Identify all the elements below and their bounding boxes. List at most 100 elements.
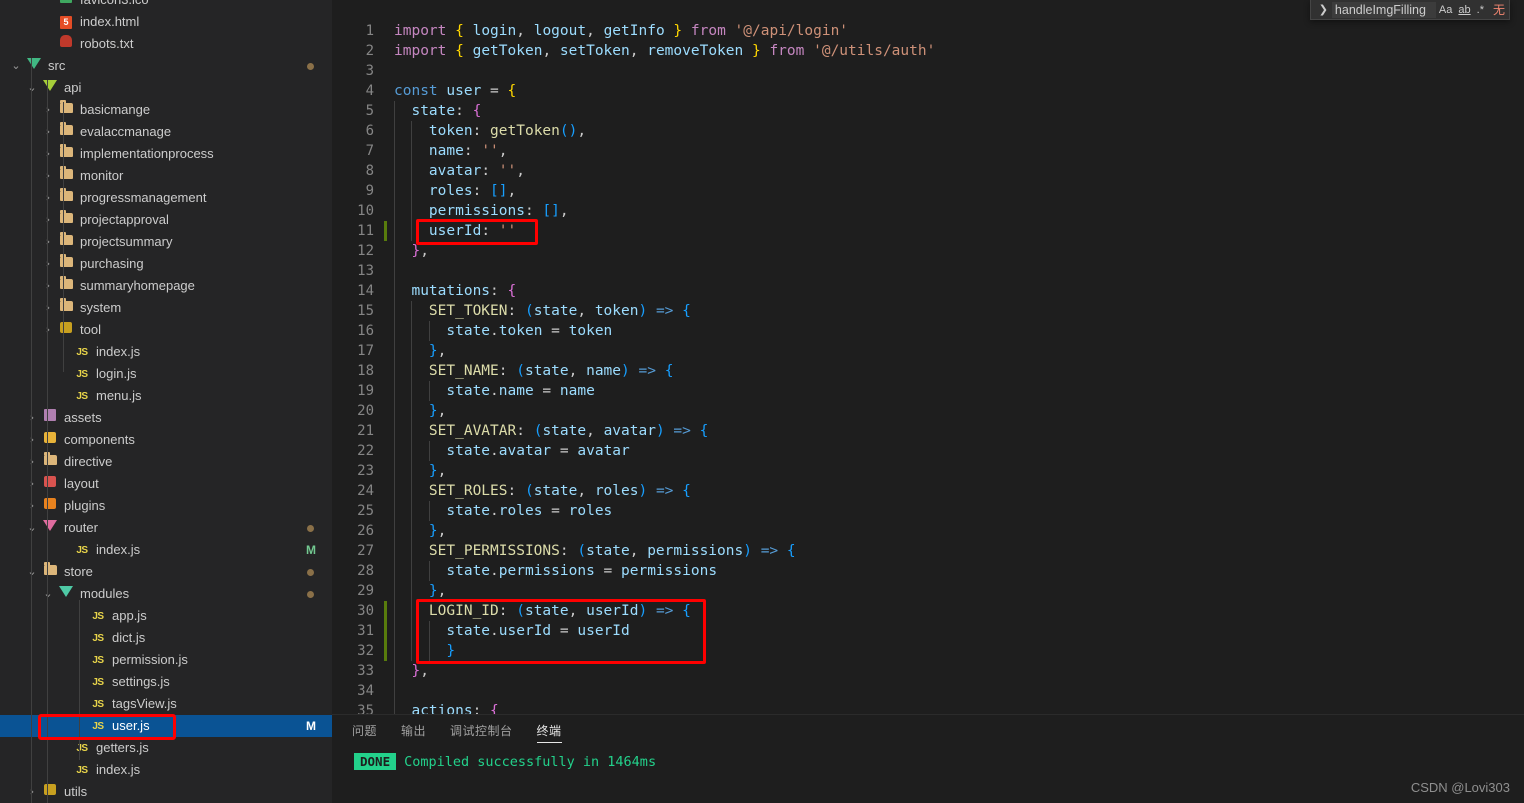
chevron-down-icon[interactable]: ⌄ xyxy=(8,55,24,77)
match-case-icon[interactable]: Aa xyxy=(1436,2,1455,18)
code-line[interactable]: 21 SET_AVATAR: (state, avatar) => { xyxy=(332,421,1524,441)
chevron-down-icon[interactable]: ⌄ xyxy=(24,77,40,99)
tree-item[interactable]: ⌄ src xyxy=(0,55,332,77)
code-line[interactable]: 34 xyxy=(332,681,1524,701)
chevron-right-icon[interactable]: › xyxy=(40,209,56,231)
tree-item[interactable]: › assets xyxy=(0,407,332,429)
code-line[interactable]: 17 }, xyxy=(332,341,1524,361)
chevron-right-icon[interactable]: › xyxy=(24,473,40,495)
code-line[interactable]: 18 SET_NAME: (state, name) => { xyxy=(332,361,1524,381)
tree-item[interactable]: › progressmanagement xyxy=(0,187,332,209)
tree-item[interactable]: JS settings.js xyxy=(0,671,332,693)
code-line[interactable]: 35 actions: { xyxy=(332,701,1524,714)
tree-item[interactable]: JS app.js xyxy=(0,605,332,627)
tree-item[interactable]: › plugins xyxy=(0,495,332,517)
code-line[interactable]: 14 mutations: { xyxy=(332,281,1524,301)
code-editor[interactable]: 1 import { login, logout, getInfo } from … xyxy=(332,0,1524,714)
chevron-right-icon[interactable]: › xyxy=(24,407,40,429)
tree-item[interactable]: ⌄ router xyxy=(0,517,332,539)
tree-item[interactable]: › directive xyxy=(0,451,332,473)
code-line[interactable]: 6 token: getToken(), xyxy=(332,121,1524,141)
chevron-right-icon[interactable]: › xyxy=(24,781,40,803)
tree-item-selected[interactable]: JS user.js M xyxy=(0,715,332,737)
code-line[interactable]: 26 }, xyxy=(332,521,1524,541)
panel-tab-active[interactable]: 终端 xyxy=(525,715,574,747)
chevron-right-icon[interactable]: › xyxy=(40,187,56,209)
chevron-right-icon[interactable]: › xyxy=(24,495,40,517)
chevron-right-icon[interactable]: › xyxy=(40,319,56,341)
code-line[interactable]: 5 state: { xyxy=(332,101,1524,121)
tree-item[interactable]: › layout xyxy=(0,473,332,495)
code-line[interactable]: 12 }, xyxy=(332,241,1524,261)
tree-item[interactable]: › tool xyxy=(0,319,332,341)
panel-tab-inactive[interactable]: 输出 xyxy=(389,715,438,747)
code-line[interactable]: 31 state.userId = userId xyxy=(332,621,1524,641)
tree-item[interactable]: ⌄ store xyxy=(0,561,332,583)
code-line[interactable]: 4 const user = { xyxy=(332,81,1524,101)
code-line[interactable]: 9 roles: [], xyxy=(332,181,1524,201)
tree-item[interactable]: ⌄ api xyxy=(0,77,332,99)
explorer-sidebar[interactable]: favicon3.ico5 index.html robots.txt ⌄ src ⌄ ap… xyxy=(0,0,332,803)
tree-item[interactable]: favicon3.ico xyxy=(0,0,332,11)
regex-icon[interactable]: .* xyxy=(1474,2,1487,18)
chevron-right-icon[interactable]: › xyxy=(40,121,56,143)
tree-item[interactable]: › implementationprocess xyxy=(0,143,332,165)
chevron-right-icon[interactable]: › xyxy=(40,231,56,253)
tree-item[interactable]: JS login.js xyxy=(0,363,332,385)
tree-item[interactable]: › system xyxy=(0,297,332,319)
code-line[interactable]: 22 state.avatar = avatar xyxy=(332,441,1524,461)
code-line[interactable]: 29 }, xyxy=(332,581,1524,601)
tree-item[interactable]: JS index.js M xyxy=(0,539,332,561)
chevron-down-icon[interactable]: ⌄ xyxy=(40,583,56,605)
tree-item[interactable]: › components xyxy=(0,429,332,451)
code-line[interactable]: 8 avatar: '', xyxy=(332,161,1524,181)
code-line[interactable]: 16 state.token = token xyxy=(332,321,1524,341)
bottom-panel[interactable]: 问题 输出 调试控制台 终端 DONE Compiled successfully i… xyxy=(332,714,1524,803)
chevron-down-icon[interactable]: ⌄ xyxy=(24,517,40,539)
find-widget[interactable]: ❯ Aa ab .* 无 xyxy=(1309,0,1510,20)
chevron-right-icon[interactable]: › xyxy=(40,253,56,275)
code-line[interactable]: 3 xyxy=(332,61,1524,81)
chevron-right-icon[interactable]: ❯ xyxy=(1315,3,1332,16)
chevron-right-icon[interactable]: › xyxy=(24,429,40,451)
tree-item[interactable]: › basicmange xyxy=(0,99,332,121)
tree-item[interactable]: JS permission.js xyxy=(0,649,332,671)
tree-item[interactable]: ⌄ modules xyxy=(0,583,332,605)
code-line[interactable]: 27 SET_PERMISSIONS: (state, permissions)… xyxy=(332,541,1524,561)
code-line[interactable]: 1 import { login, logout, getInfo } from … xyxy=(332,21,1524,41)
code-line[interactable]: 15 SET_TOKEN: (state, token) => { xyxy=(332,301,1524,321)
code-line[interactable]: 24 SET_ROLES: (state, roles) => { xyxy=(332,481,1524,501)
code-line[interactable]: 32 } xyxy=(332,641,1524,661)
chevron-right-icon[interactable]: › xyxy=(40,143,56,165)
code-line[interactable]: 11 userId: '' xyxy=(332,221,1524,241)
tree-item[interactable]: › projectapproval xyxy=(0,209,332,231)
chevron-right-icon[interactable]: › xyxy=(40,275,56,297)
tree-item[interactable]: JS menu.js xyxy=(0,385,332,407)
code-line[interactable]: 25 state.roles = roles xyxy=(332,501,1524,521)
tree-item[interactable]: › monitor xyxy=(0,165,332,187)
tree-item[interactable]: JS index.js xyxy=(0,759,332,781)
code-line[interactable]: 28 state.permissions = permissions xyxy=(332,561,1524,581)
tree-item[interactable]: robots.txt xyxy=(0,33,332,55)
panel-tab-inactive[interactable]: 问题 xyxy=(340,715,389,747)
tree-item[interactable]: › utils xyxy=(0,781,332,803)
code-line[interactable]: 19 state.name = name xyxy=(332,381,1524,401)
find-input[interactable] xyxy=(1331,1,1436,18)
tree-item[interactable]: › purchasing xyxy=(0,253,332,275)
tree-item[interactable]: JS tagsView.js xyxy=(0,693,332,715)
code-line[interactable]: 13 xyxy=(332,261,1524,281)
tree-item[interactable]: JS index.js xyxy=(0,341,332,363)
chevron-down-icon[interactable]: ⌄ xyxy=(24,561,40,583)
code-line[interactable]: 23 }, xyxy=(332,461,1524,481)
tree-item[interactable]: JS dict.js xyxy=(0,627,332,649)
tree-item[interactable]: JS getters.js xyxy=(0,737,332,759)
chevron-right-icon[interactable]: › xyxy=(40,297,56,319)
code-line[interactable]: 30 LOGIN_ID: (state, userId) => { xyxy=(332,601,1524,621)
chevron-right-icon[interactable]: › xyxy=(40,99,56,121)
code-line[interactable]: 20 }, xyxy=(332,401,1524,421)
tree-item[interactable]: › projectsummary xyxy=(0,231,332,253)
code-line[interactable]: 7 name: '', xyxy=(332,141,1524,161)
panel-tab-inactive[interactable]: 调试控制台 xyxy=(438,715,525,747)
code-line[interactable]: 2 import { getToken, setToken, removeToke… xyxy=(332,41,1524,61)
tree-item[interactable]: › evalaccmanage xyxy=(0,121,332,143)
